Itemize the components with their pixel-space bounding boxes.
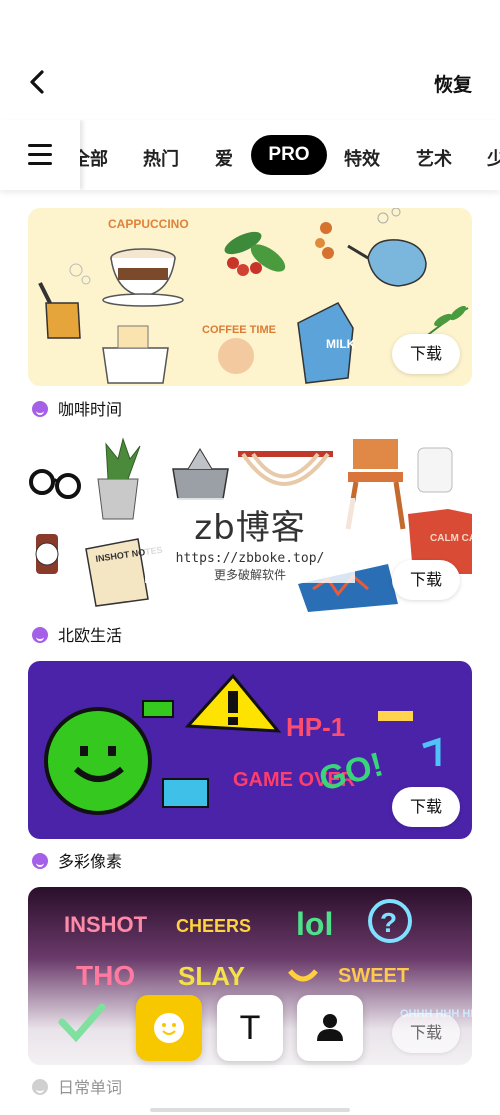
watermark-url: https://zbboke.top/ [175, 551, 325, 566]
watermark-title: zb博客 [194, 508, 306, 548]
pack-name: 咖啡时间 [58, 400, 123, 419]
question-word: ? [380, 907, 397, 938]
smiley-icon [32, 627, 48, 643]
pack-name: 日常单词 [58, 1078, 123, 1097]
tab-effects[interactable]: 特效 [344, 145, 380, 171]
tab-love[interactable]: 爱 [215, 145, 233, 171]
watermark: zb博客 https://zbboke.top/ 更多破解软件 [145, 498, 355, 583]
tab-art[interactable]: 艺术 [416, 145, 452, 171]
go-text: GO! [315, 745, 387, 798]
top-bar: 恢复 [0, 0, 500, 120]
pack-label-pixel: 多彩像素 [32, 848, 122, 872]
smiley-icon [32, 401, 48, 417]
pack-label-coffee: 咖啡时间 [32, 396, 122, 420]
smiley-icon [32, 1079, 48, 1095]
sweet-word: SWEET [338, 965, 409, 987]
person-icon [317, 1014, 343, 1041]
tab-more[interactable]: 少 [487, 145, 500, 171]
smiley-sticker-icon [154, 1013, 184, 1043]
bottom-action-bar: T [0, 985, 500, 1075]
avatar-button[interactable] [297, 995, 363, 1061]
tab-pro[interactable]: PRO [251, 135, 327, 175]
text-button[interactable]: T [217, 995, 283, 1061]
pack-label-words: 日常单词 [32, 1074, 122, 1098]
cheers-word: CHEERS [176, 916, 251, 936]
sticker-pack-card-coffee[interactable]: CAPPUCCINO COFFEE TIME MILK 下载 [28, 208, 472, 386]
pack-name: 多彩像素 [58, 852, 123, 871]
pack-label-nordic: 北欧生活 [32, 622, 122, 646]
cappuccino-text: CAPPUCCINO [108, 217, 189, 231]
download-button[interactable]: 下载 [392, 334, 460, 374]
calm-text: CALM CALM CALM [430, 533, 472, 544]
smiley-icon [32, 853, 48, 869]
category-tabs: 全部 热门 爱 PRO 特效 艺术 少 [0, 120, 500, 190]
tab-hot[interactable]: 热门 [143, 145, 179, 171]
menu-icon[interactable] [0, 120, 80, 190]
watermark-subtitle: 更多破解软件 [213, 568, 286, 582]
pack-name: 北欧生活 [58, 626, 123, 645]
coffee-time-text: COFFEE TIME [202, 324, 276, 336]
back-arrow-icon[interactable] [22, 64, 58, 100]
download-button[interactable]: 下载 [392, 560, 460, 600]
sticker-pack-card-pixel[interactable]: HP-1 GAME OVER GO! 下载 [28, 661, 472, 839]
hp-text: HP-1 [286, 712, 345, 742]
download-button[interactable]: 下载 [392, 787, 460, 827]
home-indicator [150, 1108, 350, 1112]
inshot-word: INSHOT [64, 912, 148, 937]
lol-word: lol [296, 906, 333, 942]
sticker-button[interactable] [136, 995, 202, 1061]
restore-button[interactable]: 恢复 [434, 70, 472, 97]
milk-text: MILK [326, 337, 356, 351]
